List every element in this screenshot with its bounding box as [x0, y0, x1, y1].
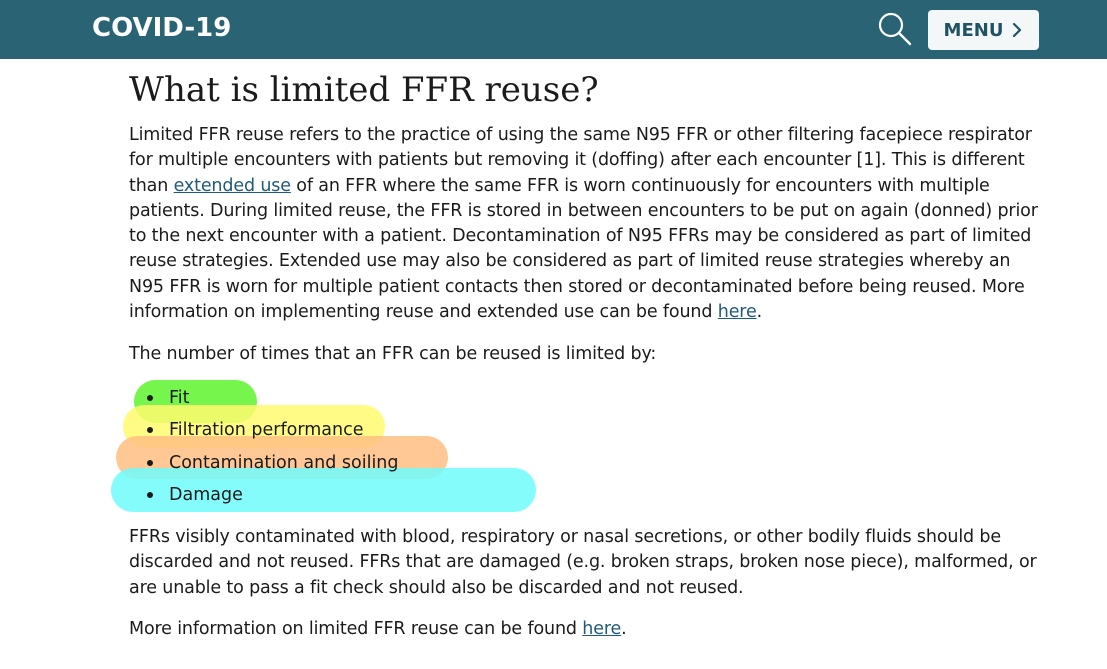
site-title[interactable]: COVID-19 — [92, 11, 231, 45]
reuse-info-link[interactable]: here — [718, 302, 757, 322]
menu-button[interactable]: MENU — [928, 10, 1039, 50]
page-title: What is limited FFR reuse? — [129, 70, 599, 110]
list-item: Damage — [147, 482, 399, 514]
menu-button-label: MENU — [943, 19, 1004, 41]
limited-reuse-info-link[interactable]: here — [582, 619, 621, 639]
more-info-paragraph: More information on limited FFR reuse ca… — [129, 617, 1039, 642]
intro-text-2: of an FFR where the same FFR is worn con… — [129, 175, 1038, 323]
more-info-text-2: . — [621, 619, 627, 639]
list-item: Filtration performance — [147, 417, 399, 449]
list-item-label: Damage — [169, 484, 243, 505]
bullet-icon — [147, 395, 153, 401]
top-navigation-bar: COVID-19 MENU — [0, 0, 1107, 59]
chevron-right-icon — [1013, 22, 1022, 38]
list-item-label: Filtration performance — [169, 420, 364, 441]
intro-text-3: . — [756, 302, 763, 323]
discard-paragraph: FFRs visibly contaminated with blood, re… — [129, 527, 1037, 598]
list-item-label: Fit — [169, 388, 190, 408]
main-content: What is limited FFR reuse? Limited FFR r… — [129, 62, 1039, 639]
limits-intro: The number of times that an FFR can be r… — [129, 344, 657, 365]
list-item-label: Contamination and soiling — [169, 452, 399, 473]
reuse-limits-list: Fit Filtration performance Contamination… — [147, 385, 399, 514]
intro-paragraph: Limited FFR reuse refers to the practice… — [129, 123, 1039, 325]
bullet-icon — [147, 459, 153, 466]
list-item: Fit — [147, 385, 399, 417]
more-info-text-1: More information on limited FFR reuse ca… — [129, 619, 583, 639]
list-item: Contamination and soiling — [147, 450, 399, 482]
bullet-icon — [147, 491, 153, 498]
search-icon[interactable] — [876, 10, 914, 48]
extended-use-link[interactable]: extended use — [174, 176, 291, 196]
